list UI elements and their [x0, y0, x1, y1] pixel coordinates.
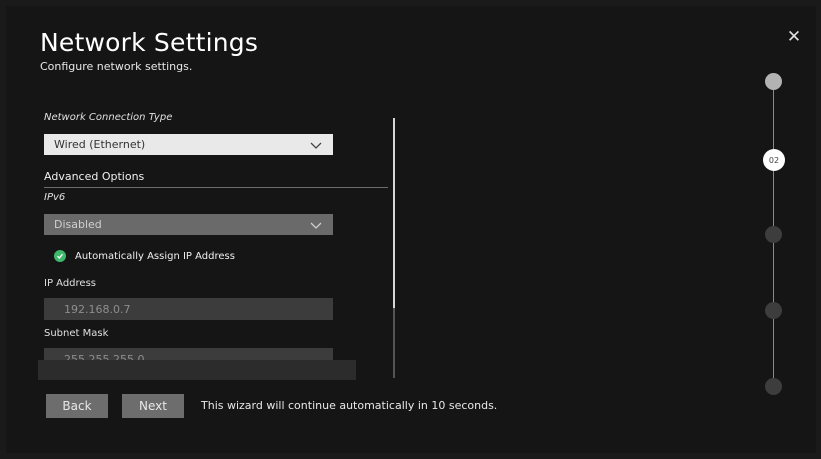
- chevron-down-icon: [310, 222, 322, 229]
- connection-type-dropdown[interactable]: Wired (Ethernet): [44, 134, 333, 155]
- subnet-mask-label: Subnet Mask: [44, 328, 109, 339]
- ipv6-dropdown[interactable]: Disabled: [44, 214, 333, 235]
- scroll-fade-overlay: [38, 360, 356, 380]
- page-title: Network Settings: [40, 28, 259, 57]
- ip-address-field[interactable]: 192.168.0.7: [44, 298, 333, 320]
- ipv6-value: Disabled: [54, 218, 102, 231]
- auto-ip-checkbox[interactable]: Automatically Assign IP Address: [54, 250, 235, 262]
- connection-type-label: Network Connection Type: [44, 112, 173, 123]
- advanced-options-header: Advanced Options: [44, 170, 388, 188]
- ip-address-value: 192.168.0.7: [64, 302, 131, 316]
- ipv6-label: IPv6: [44, 192, 66, 203]
- network-form: Network Connection Type Wired (Ethernet)…: [38, 104, 394, 380]
- chevron-down-icon: [310, 142, 322, 149]
- step-2-dot: 02: [763, 149, 785, 171]
- page-subtitle: Configure network settings.: [40, 60, 193, 73]
- back-button[interactable]: Back: [46, 394, 108, 418]
- wizard-message: This wizard will continue automatically …: [201, 399, 498, 412]
- next-button[interactable]: Next: [122, 394, 184, 418]
- advanced-options-label: Advanced Options: [44, 170, 145, 183]
- current-step-label: 02: [768, 155, 780, 165]
- ip-address-label: IP Address: [44, 278, 96, 289]
- connection-type-value: Wired (Ethernet): [54, 138, 146, 151]
- checkmark-icon: [54, 250, 66, 262]
- close-icon[interactable]: ✕: [785, 28, 803, 46]
- auto-ip-label: Automatically Assign IP Address: [75, 250, 235, 262]
- step-3-dot: [765, 226, 782, 243]
- step-5-dot: [765, 378, 782, 395]
- step-4-dot: [765, 302, 782, 319]
- step-1-dot: [765, 73, 782, 90]
- scrollbar-thumb[interactable]: [393, 118, 395, 308]
